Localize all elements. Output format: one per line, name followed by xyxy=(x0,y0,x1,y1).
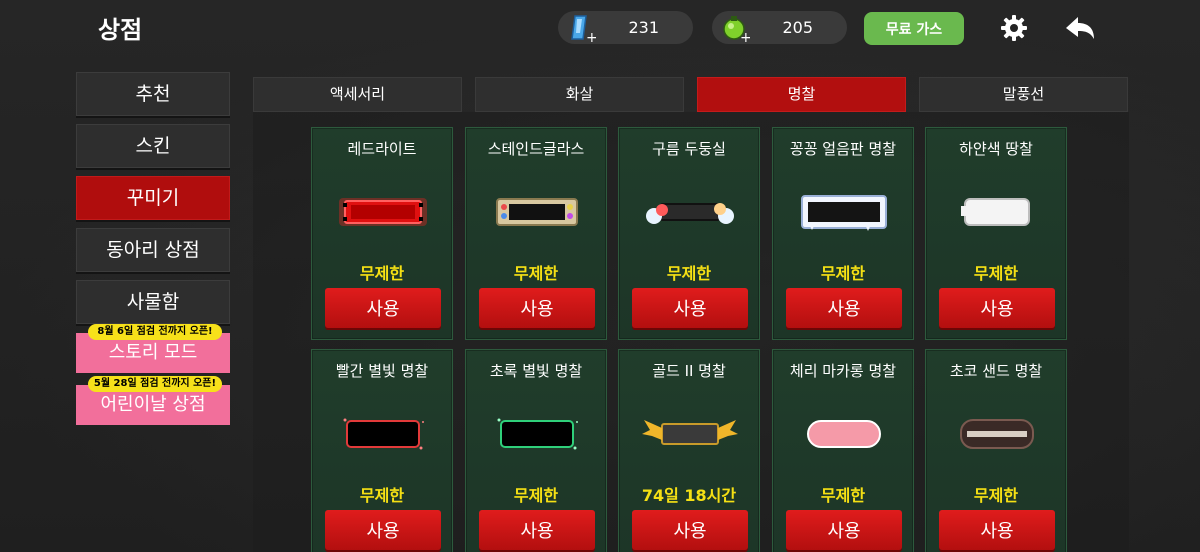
childrens-day-badge: 5월 28일 점검 전까지 오픈! xyxy=(88,376,222,392)
sidebar-item-locker[interactable]: 사물함 xyxy=(76,280,230,324)
cherry-macaron-nameplate-icon xyxy=(807,420,881,448)
item-name: 초록 별빛 명찰 xyxy=(489,362,583,380)
gem-counter[interactable]: + 231 xyxy=(558,11,693,44)
page-title: 상점 xyxy=(98,16,143,44)
item-duration: 무제한 xyxy=(359,264,405,283)
gem-count: 231 xyxy=(628,18,659,37)
item-card: 구름 두둥실 무제한 사용 xyxy=(618,127,760,340)
use-button[interactable]: 사용 xyxy=(939,510,1055,550)
white-nameplate-icon xyxy=(961,198,1030,226)
item-card: 빨간 별빛 명찰 무제한 사용 xyxy=(311,349,453,552)
cloud-nameplate-icon xyxy=(646,203,734,224)
item-name: 빨간 별빛 명찰 xyxy=(335,362,429,380)
use-button[interactable]: 사용 xyxy=(479,288,595,328)
item-duration: 무제한 xyxy=(513,264,559,283)
stained-glass-nameplate-icon xyxy=(496,198,578,226)
item-duration: 무제한 xyxy=(820,264,866,283)
item-card: 골드 II 명찰 74일 18시간 사용 xyxy=(618,349,760,552)
tab-arrow[interactable]: 화살 xyxy=(475,77,684,112)
item-name: 스테인드글라스 xyxy=(487,140,585,158)
item-card: 체리 마카롱 명찰 무제한 사용 xyxy=(772,349,914,552)
potion-counter[interactable]: + 205 xyxy=(712,11,847,44)
use-button[interactable]: 사용 xyxy=(325,288,441,328)
use-button[interactable]: 사용 xyxy=(632,288,748,328)
item-duration: 74일 18시간 xyxy=(641,486,737,505)
tab-speech-bubble[interactable]: 말풍선 xyxy=(919,77,1128,112)
story-mode-badge: 8월 6일 점검 전까지 오픈! xyxy=(88,324,222,340)
use-button[interactable]: 사용 xyxy=(786,288,902,328)
tab-nameplate[interactable]: 명찰 xyxy=(697,77,906,112)
use-button[interactable]: 사용 xyxy=(786,510,902,550)
item-card: 스테인드글라스 무제한 사용 xyxy=(465,127,607,340)
use-button[interactable]: 사용 xyxy=(325,510,441,550)
item-name: 구름 두둥실 xyxy=(652,140,726,158)
use-button[interactable]: 사용 xyxy=(939,288,1055,328)
choco-sand-nameplate-icon xyxy=(960,419,1034,449)
item-card: 레드라이트 무제한 사용 xyxy=(311,127,453,340)
item-card: 초코 샌드 명찰 무제한 사용 xyxy=(925,349,1067,552)
item-name: 꽁꽁 얼음판 명찰 xyxy=(789,140,897,158)
sidebar-item-decorate[interactable]: 꾸미기 xyxy=(76,176,230,220)
item-duration: 무제한 xyxy=(513,486,559,505)
red-star-nameplate-icon xyxy=(343,418,424,450)
item-duration: 무제한 xyxy=(820,486,866,505)
sidebar-item-club-shop[interactable]: 동아리 상점 xyxy=(76,228,230,272)
item-duration: 무제한 xyxy=(973,264,1019,283)
ice-nameplate-icon xyxy=(801,195,887,231)
item-name: 초코 샌드 명찰 xyxy=(949,362,1043,380)
item-duration: 무제한 xyxy=(666,264,712,283)
green-potion-icon: + xyxy=(723,16,750,43)
item-name: 하얀색 땅찰 xyxy=(959,140,1033,158)
sidebar-item-recommended[interactable]: 추천 xyxy=(76,72,230,116)
use-button[interactable]: 사용 xyxy=(632,510,748,550)
back-arrow-icon[interactable] xyxy=(1062,12,1098,44)
item-card: 꽁꽁 얼음판 명찰 무제한 사용 xyxy=(772,127,914,340)
green-star-nameplate-icon xyxy=(497,418,578,450)
blue-gem-icon: + xyxy=(571,15,596,43)
svg-text:+: + xyxy=(740,30,750,43)
item-duration: 무제한 xyxy=(359,486,405,505)
svg-text:+: + xyxy=(586,30,596,43)
item-name: 골드 II 명찰 xyxy=(652,362,726,380)
red-light-nameplate-icon xyxy=(339,198,427,226)
gear-icon[interactable] xyxy=(998,12,1030,44)
tab-accessory[interactable]: 액세서리 xyxy=(253,77,462,112)
item-card: 초록 별빛 명찰 무제한 사용 xyxy=(465,349,607,552)
gold-wing-nameplate-icon xyxy=(642,420,738,445)
item-name: 체리 마카롱 명찰 xyxy=(789,362,897,380)
free-gas-button[interactable]: 무료 가스 xyxy=(864,12,964,45)
item-duration: 무제한 xyxy=(973,486,1019,505)
sidebar-item-skin[interactable]: 스킨 xyxy=(76,124,230,168)
item-name: 레드라이트 xyxy=(347,140,417,158)
potion-count: 205 xyxy=(782,18,813,37)
use-button[interactable]: 사용 xyxy=(479,510,595,550)
item-card: 하얀색 땅찰 무제한 사용 xyxy=(925,127,1067,340)
